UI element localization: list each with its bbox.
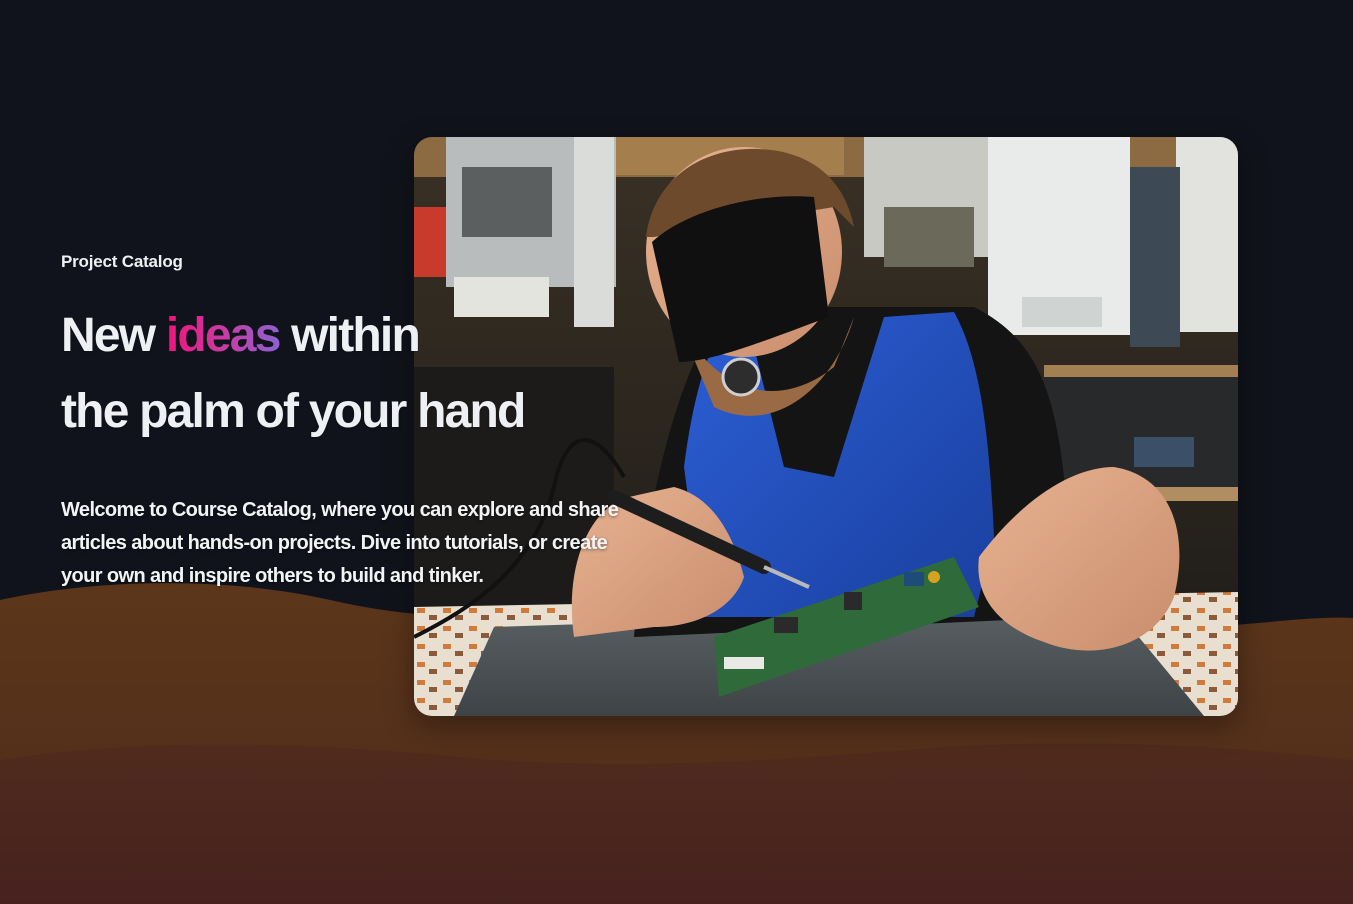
wave-lower	[0, 743, 1353, 904]
headline-line2: the palm of your hand	[61, 385, 526, 438]
headline-line1: New ideas within	[61, 309, 421, 362]
headline-text-within: within	[279, 309, 421, 362]
headline-text-new: New	[61, 309, 166, 362]
headline-accent-ideas: ideas	[165, 309, 282, 362]
hero-text: Project Catalog New ideas within the pal…	[61, 250, 661, 593]
eyebrow-label: Project Catalog	[61, 252, 183, 271]
hero-headline: New ideas within the palm of your hand	[61, 298, 661, 450]
hero-description: Welcome to Course Catalog, where you can…	[61, 499, 619, 587]
